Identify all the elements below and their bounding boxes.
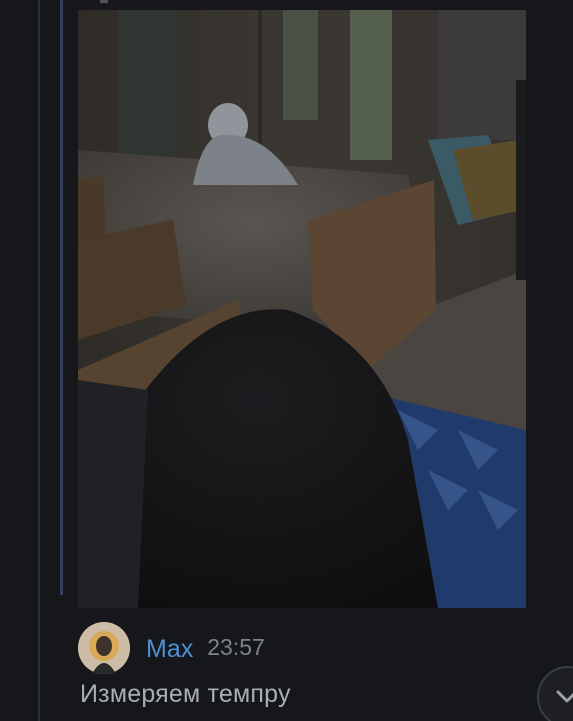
chat-view: Max 23:57 Измеряем темпру <box>0 0 573 721</box>
chevron-down-icon <box>556 690 573 703</box>
message-header: Max 23:57 <box>78 620 265 676</box>
photo-image <box>78 10 526 608</box>
photo-attachment[interactable] <box>78 10 526 608</box>
scroll-down-button[interactable] <box>537 666 573 721</box>
sender-name[interactable]: Max <box>146 635 193 664</box>
previous-message-edge <box>100 0 108 3</box>
message-timestamp: 23:57 <box>207 633 265 660</box>
avatar-icon <box>78 622 130 674</box>
thread-line <box>38 0 40 721</box>
message-text: Измеряем темпру <box>80 680 291 708</box>
avatar[interactable] <box>78 622 130 674</box>
reply-quote-line <box>60 0 63 595</box>
